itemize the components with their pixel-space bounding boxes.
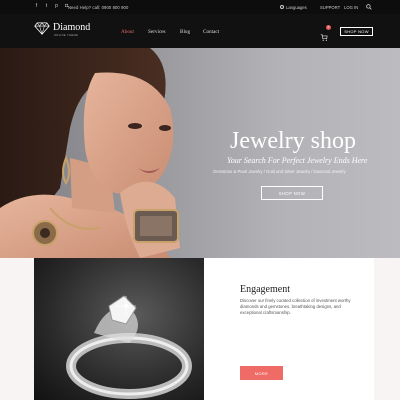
language-label: Languages — [286, 4, 307, 10]
hero-subtitle: Your Search For Perfect Jewelry Ends Her… — [227, 156, 368, 165]
nav-item-blog[interactable]: Blog — [180, 29, 190, 35]
social-links: f t p ◘ — [34, 4, 69, 9]
hero-model-image — [0, 48, 180, 258]
support-link[interactable]: SUPPORT — [320, 5, 340, 10]
pinterest-icon[interactable]: p — [54, 4, 59, 9]
login-link[interactable]: LOG IN — [344, 5, 358, 10]
nav-item-services[interactable]: Services — [148, 29, 166, 35]
diamond-logo-icon — [34, 22, 50, 35]
header-shop-now-button[interactable]: SHOP NOW — [340, 26, 373, 36]
cart-button[interactable]: 0 — [320, 25, 331, 41]
cart-icon — [320, 34, 328, 41]
search-icon[interactable] — [366, 3, 372, 10]
facebook-icon[interactable]: f — [34, 4, 39, 9]
nav-item-about[interactable]: About — [121, 29, 134, 35]
card-title: Engagement — [240, 284, 290, 295]
main-header: Diamond ONLINE THEME About Services Blog… — [0, 14, 400, 48]
card-description: Discover our finely curated collection o… — [240, 298, 351, 316]
hero-categories: Gemstone & Pearl Jewelry / Gold and Silv… — [213, 169, 346, 174]
engagement-card: Engagement Discover our finely curated c… — [204, 258, 374, 400]
hero-shop-now-button[interactable]: SHOP NOW — [261, 186, 323, 200]
top-bar: f t p ◘ Need Help? call: 0900 800 900 La… — [0, 0, 400, 14]
ring-illustration — [66, 295, 192, 399]
cart-count-badge: 0 — [326, 25, 331, 30]
twitter-icon[interactable]: t — [44, 4, 49, 9]
help-phone-text: Need Help? call: 0900 800 900 — [68, 4, 129, 10]
language-selector[interactable]: Languages — [280, 5, 307, 10]
more-button[interactable]: MORE — [240, 366, 283, 380]
globe-icon — [280, 5, 284, 9]
engagement-ring-image — [34, 258, 204, 400]
hero-title: Jewelry shop — [230, 128, 356, 154]
logo[interactable]: Diamond ONLINE THEME — [34, 22, 90, 37]
nav-item-contact[interactable]: Contact — [203, 29, 219, 35]
hero-banner: Jewelry shop Your Search For Perfect Jew… — [0, 48, 400, 258]
brand-tagline: ONLINE THEME — [54, 34, 79, 37]
brand-name: Diamond — [53, 22, 91, 33]
feature-section: Engagement Discover our finely curated c… — [0, 258, 400, 400]
